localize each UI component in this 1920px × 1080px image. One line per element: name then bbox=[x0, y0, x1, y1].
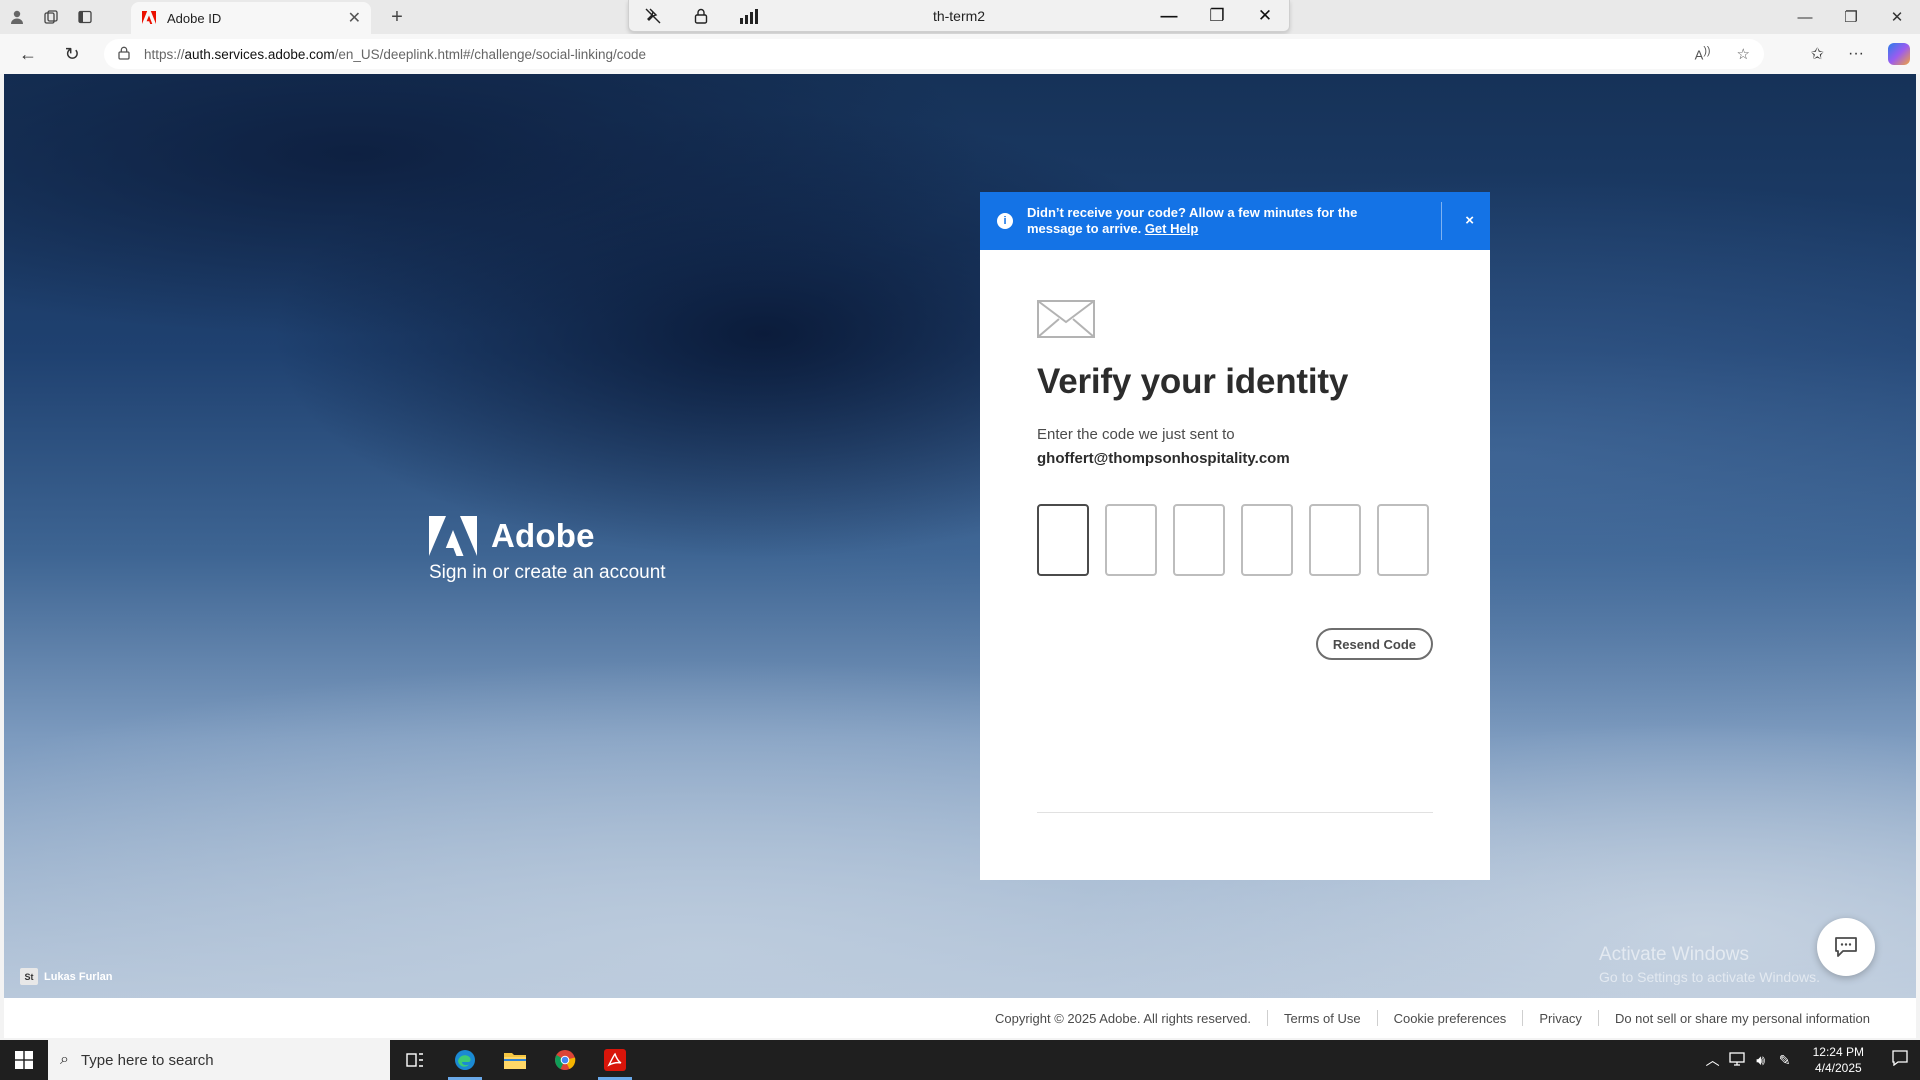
chat-icon bbox=[1835, 937, 1857, 957]
code-sent-text: Enter the code we just sent to bbox=[1037, 426, 1235, 443]
url-prefix: https:// bbox=[144, 46, 185, 62]
clock-date: 4/4/2025 bbox=[1814, 1061, 1862, 1075]
tab-adobe-id[interactable]: Adobe ID ✕ bbox=[131, 2, 371, 34]
info-icon: i bbox=[997, 213, 1013, 229]
privacy-link[interactable]: Privacy bbox=[1523, 1011, 1598, 1026]
chrome-icon[interactable] bbox=[540, 1040, 590, 1080]
taskbar-clock[interactable]: 12:24 PM 4/4/2025 bbox=[1797, 1044, 1880, 1076]
browser-toolbar: ← ↻ https://auth.services.adobe.com/en_U… bbox=[0, 34, 1920, 74]
address-bar[interactable]: https://auth.services.adobe.com/en_US/de… bbox=[104, 39, 1764, 69]
profile-icon[interactable] bbox=[0, 0, 34, 34]
remote-close-icon[interactable]: ✕ bbox=[1241, 6, 1289, 26]
new-tab-icon[interactable]: + bbox=[380, 0, 414, 34]
notice-text: Didn’t receive your code? Allow a few mi… bbox=[1027, 205, 1407, 237]
recipient-email: ghoffert@thompsonhospitality.com bbox=[1037, 450, 1290, 467]
code-digit-3[interactable] bbox=[1173, 504, 1225, 576]
stock-badge-icon: St bbox=[20, 968, 38, 985]
tab-title: Adobe ID bbox=[167, 10, 222, 26]
brand-tagline: Sign in or create an account bbox=[429, 562, 666, 583]
remote-minimize-icon[interactable]: — bbox=[1145, 6, 1193, 26]
chat-button[interactable] bbox=[1817, 918, 1875, 976]
get-help-link[interactable]: Get Help bbox=[1145, 221, 1198, 236]
clock-time: 12:24 PM bbox=[1812, 1045, 1864, 1059]
taskbar-search-input[interactable]: ⌕ Type here to search bbox=[48, 1040, 390, 1080]
search-placeholder: Type here to search bbox=[80, 1051, 214, 1069]
code-digit-4[interactable] bbox=[1241, 504, 1293, 576]
back-icon[interactable]: ← bbox=[6, 34, 50, 74]
notifications-icon[interactable] bbox=[1880, 1049, 1920, 1071]
network-icon[interactable] bbox=[1725, 1051, 1749, 1069]
task-view-icon[interactable] bbox=[390, 1040, 440, 1080]
minimize-icon[interactable]: — bbox=[1782, 0, 1828, 34]
watermark-line-1: Activate Windows bbox=[1599, 944, 1749, 965]
pen-icon[interactable]: ✎ bbox=[1773, 1052, 1797, 1069]
tab-close-icon[interactable]: ✕ bbox=[348, 8, 361, 28]
card-divider bbox=[1037, 812, 1433, 813]
code-digit-2[interactable] bbox=[1105, 504, 1157, 576]
adobe-brand: Adobe Sign in or create an account bbox=[429, 516, 666, 584]
acrobat-icon[interactable] bbox=[590, 1040, 640, 1080]
remote-controls: — ❐ ✕ bbox=[1145, 6, 1289, 26]
url-tools: A)) ☆ bbox=[1695, 45, 1750, 63]
brand-name: Adobe bbox=[491, 517, 595, 554]
windows-start-icon[interactable] bbox=[0, 1040, 48, 1080]
terms-link[interactable]: Terms of Use bbox=[1268, 1011, 1377, 1026]
unpin-icon[interactable] bbox=[629, 7, 677, 25]
page-title: Verify your identity bbox=[1037, 362, 1349, 401]
system-tray: ︿ 🔊︎ ✎ 12:24 PM 4/4/2025 bbox=[1701, 1040, 1920, 1080]
copyright-text: Copyright © 2025 Adobe. All rights reser… bbox=[994, 1010, 1251, 1026]
read-aloud-icon[interactable]: A)) bbox=[1695, 45, 1711, 63]
tab-actions-icon[interactable] bbox=[68, 0, 102, 34]
restore-icon[interactable]: ❐ bbox=[1828, 0, 1874, 34]
code-notice-banner: i Didn’t receive your code? Allow a few … bbox=[980, 192, 1490, 250]
page-footer: Copyright © 2025 Adobe. All rights reser… bbox=[4, 998, 1916, 1038]
lock-icon[interactable] bbox=[677, 8, 725, 24]
edge-browser-icon[interactable] bbox=[440, 1040, 490, 1080]
close-window-icon[interactable]: ✕ bbox=[1874, 0, 1920, 34]
remote-connection-bar: th-term2 — ❐ ✕ bbox=[628, 0, 1290, 32]
code-digit-5[interactable] bbox=[1309, 504, 1361, 576]
notice-divider bbox=[1441, 202, 1442, 240]
site-lock-icon[interactable] bbox=[118, 46, 130, 63]
notice-close-icon[interactable]: × bbox=[1465, 212, 1474, 229]
file-explorer-icon[interactable] bbox=[490, 1040, 540, 1080]
search-icon: ⌕ bbox=[60, 1051, 69, 1068]
verify-card: i Didn’t receive your code? Allow a few … bbox=[980, 192, 1490, 880]
favorite-star-icon[interactable]: ☆ bbox=[1737, 45, 1750, 63]
signal-strength-icon[interactable] bbox=[725, 8, 773, 24]
activate-windows-watermark: Activate Windows Go to Settings to activ… bbox=[1599, 944, 1820, 985]
code-digit-1[interactable] bbox=[1037, 504, 1089, 576]
code-digit-6[interactable] bbox=[1377, 504, 1429, 576]
window-controls: — ❐ ✕ bbox=[1782, 0, 1920, 34]
code-input-group bbox=[1037, 504, 1429, 576]
photo-credit[interactable]: St Lukas Furlan bbox=[20, 968, 112, 985]
cookie-preferences-link[interactable]: Cookie preferences bbox=[1378, 1011, 1523, 1026]
url-host: auth.services.adobe.com bbox=[184, 46, 335, 62]
do-not-sell-link[interactable]: Do not sell or share my personal informa… bbox=[1599, 1011, 1886, 1026]
envelope-icon bbox=[1037, 300, 1095, 338]
copilot-icon[interactable] bbox=[1888, 43, 1910, 65]
volume-icon[interactable]: 🔊︎ bbox=[1749, 1052, 1773, 1069]
url-path: /en_US/deeplink.html#/challenge/social-l… bbox=[334, 46, 647, 62]
show-hidden-icons-icon[interactable]: ︿ bbox=[1701, 1050, 1725, 1070]
refresh-icon[interactable]: ↻ bbox=[50, 34, 94, 74]
more-menu-icon[interactable]: ··· bbox=[1848, 45, 1864, 63]
favorites-icon[interactable]: ✩ bbox=[1811, 44, 1824, 64]
page-background: Adobe Sign in or create an account i Did… bbox=[4, 74, 1916, 998]
browser-right-tools: ✩ ··· bbox=[1811, 34, 1910, 74]
collections-icon[interactable] bbox=[34, 0, 68, 34]
photo-credit-name: Lukas Furlan bbox=[44, 970, 113, 983]
remote-session-title: th-term2 bbox=[932, 7, 986, 24]
remote-restore-icon[interactable]: ❐ bbox=[1193, 6, 1241, 26]
windows-taskbar: ⌕ Type here to search ︿ 🔊︎ ✎ 12:24 PM 4/… bbox=[0, 1040, 1920, 1080]
adobe-logo-icon bbox=[429, 516, 477, 556]
watermark-line-2: Go to Settings to activate Windows. bbox=[1599, 969, 1820, 985]
adobe-favicon-icon bbox=[142, 11, 156, 24]
resend-code-button[interactable]: Resend Code bbox=[1315, 628, 1433, 660]
